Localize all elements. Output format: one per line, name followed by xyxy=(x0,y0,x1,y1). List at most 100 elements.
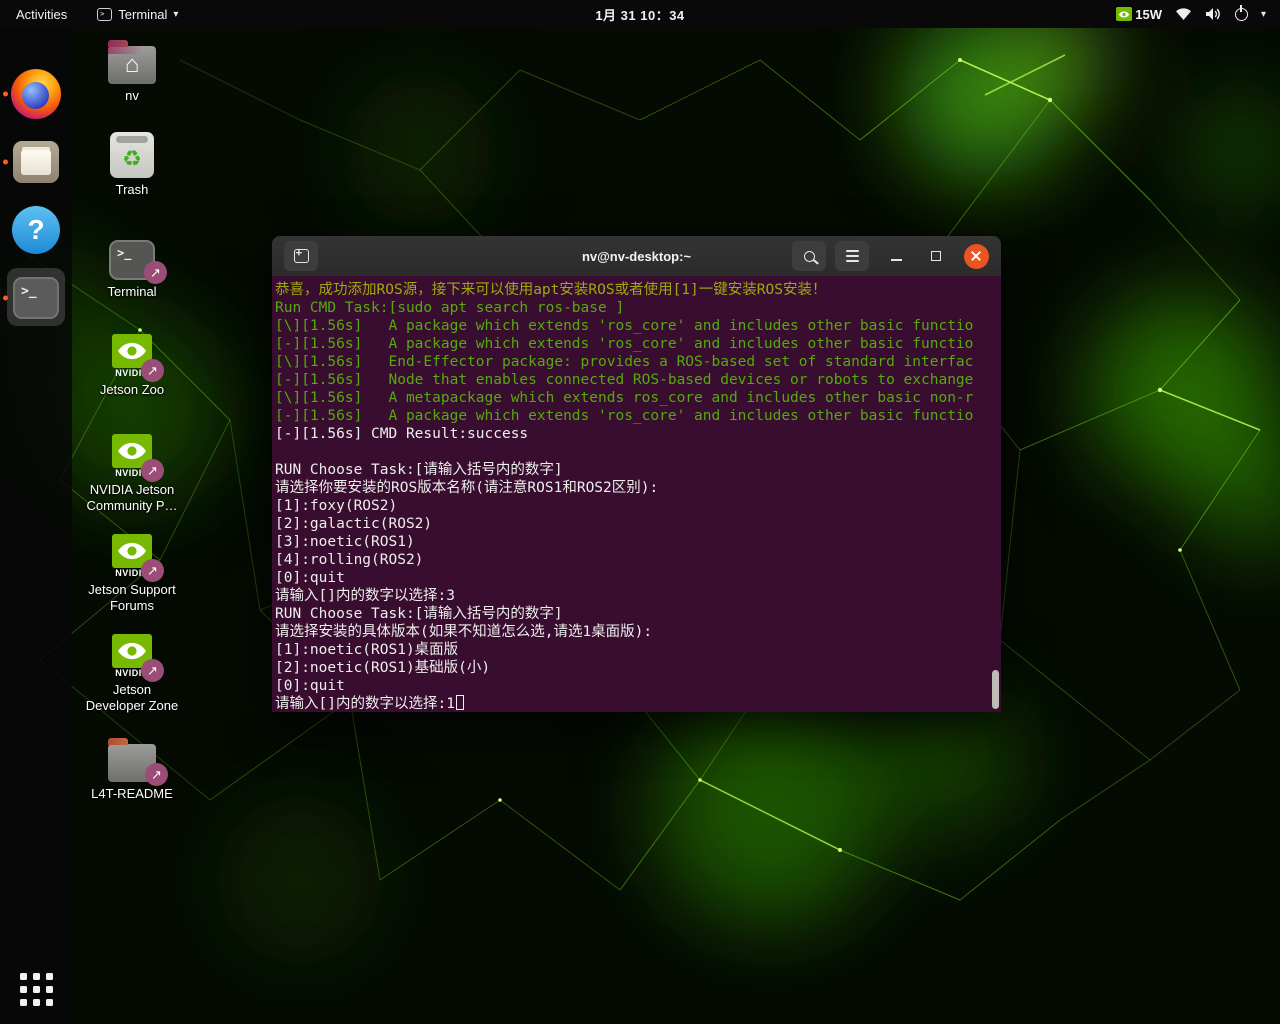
terminal-line: 请输入[]内的数字以选择:3 xyxy=(275,587,998,605)
volume-icon xyxy=(1205,7,1222,21)
icon-label: nv xyxy=(125,88,139,104)
link-arrow-icon: ↗ xyxy=(151,767,162,783)
link-arrow-icon: ↗ xyxy=(147,563,158,579)
link-arrow-icon: ↗ xyxy=(147,463,158,479)
minimize-button[interactable] xyxy=(883,243,909,269)
terminal-window: nv@nv-desktop:~ 恭喜，成功添加ROS源，接下来可以使用apt安装… xyxy=(272,236,1001,712)
terminal-line: [-][1.56s] CMD Result:success xyxy=(275,425,998,443)
terminal-line: RUN Choose Task:[请输入括号内的数字] xyxy=(275,461,998,479)
window-menu-button[interactable] xyxy=(835,241,869,271)
terminal-line: 恭喜，成功添加ROS源，接下来可以使用apt安装ROS或者使用[1]一键安装RO… xyxy=(275,281,998,299)
search-button[interactable] xyxy=(792,241,826,271)
terminal-line: 请选择安装的具体版本(如果不知道怎么选,请选1桌面版): xyxy=(275,623,998,641)
power-icon xyxy=(1235,8,1248,21)
recycle-icon: ♻ xyxy=(122,146,142,172)
files-icon xyxy=(13,141,59,183)
link-arrow-icon: ↗ xyxy=(147,363,158,379)
terminal-line: [4]:rolling(ROS2) xyxy=(275,551,998,569)
maximize-icon xyxy=(931,251,941,261)
icon-label: Trash xyxy=(116,182,149,198)
desktop-icon-nvidia-jetson-community[interactable]: NVIDIA ↗ NVIDIA Jetson Community P… xyxy=(76,428,188,514)
icon-label: Jetson Support xyxy=(88,582,175,598)
running-indicator xyxy=(3,160,8,165)
terminal-line: RUN Choose Task:[请输入括号内的数字] xyxy=(275,605,998,623)
window-titlebar[interactable]: nv@nv-desktop:~ xyxy=(272,236,1001,276)
link-arrow-icon: ↗ xyxy=(147,663,158,679)
prompt-text: 请输入[]内的数字以选择:1 xyxy=(275,696,455,712)
desktop: Activities > Terminal ▾ 1月 31 10：34 15W xyxy=(0,0,1280,1024)
shortcut-arrow-badge: ↗ xyxy=(141,359,164,382)
clock[interactable]: 1月 31 10：34 xyxy=(0,5,1280,24)
wifi-icon xyxy=(1175,7,1192,21)
shortcut-arrow-badge: ↗ xyxy=(141,559,164,582)
desktop-icon-terminal[interactable]: >_ ↗ Terminal xyxy=(76,230,188,300)
terminal-line: [-][1.56s] A package which extends 'ros_… xyxy=(275,335,998,353)
terminal-line: [3]:noetic(ROS1) xyxy=(275,533,998,551)
desktop-icon-l4t-readme[interactable]: ↗ L4T-README xyxy=(76,732,188,802)
desktop-icon-jetson-zoo[interactable]: NVIDIA ↗ Jetson Zoo xyxy=(76,328,188,398)
desktop-icon-jetson-developer-zone[interactable]: NVIDIA ↗ Jetson Developer Zone xyxy=(76,628,188,714)
icon-label: Jetson xyxy=(86,682,179,698)
minimize-icon xyxy=(891,259,902,261)
desktop-icon-trash[interactable]: ♻ Trash xyxy=(76,128,188,198)
close-button[interactable] xyxy=(963,243,989,269)
link-arrow-icon: ↗ xyxy=(150,265,161,281)
power-draw-label: 15W xyxy=(1135,7,1162,22)
icon-label: Jetson Zoo xyxy=(100,382,164,398)
terminal-line: [-][1.56s] A package which extends 'ros_… xyxy=(275,407,998,425)
terminal-line: [1]:noetic(ROS1)桌面版 xyxy=(275,641,998,659)
shortcut-arrow-badge: ↗ xyxy=(141,659,164,682)
dock-item-files[interactable] xyxy=(0,132,72,192)
gpu-power-indicator: 15W xyxy=(1116,7,1162,22)
new-tab-button[interactable] xyxy=(284,241,318,271)
dock-item-terminal[interactable]: >_ xyxy=(0,268,72,328)
terminal-line: [\][1.56s] A package which extends 'ros_… xyxy=(275,317,998,335)
shortcut-arrow-badge: ↗ xyxy=(145,763,168,786)
terminal-line: Run CMD Task:[sudo apt search ros-base ] xyxy=(275,299,998,317)
terminal-line: [2]:galactic(ROS2) xyxy=(275,515,998,533)
show-applications-button[interactable] xyxy=(0,962,72,1016)
terminal-line: 请选择你要安装的ROS版本名称(请注意ROS1和ROS2区别): xyxy=(275,479,998,497)
home-folder-icon: ⌂ xyxy=(108,46,156,84)
text-cursor xyxy=(456,695,464,710)
scrollbar-thumb[interactable] xyxy=(992,670,999,709)
maximize-button[interactable] xyxy=(923,243,949,269)
shortcut-arrow-badge: ↗ xyxy=(144,261,167,284)
terminal-line: [0]:quit xyxy=(275,569,998,587)
terminal-line: 请输入[]内的数字以选择:1 xyxy=(275,695,998,712)
desktop-icon-jetson-support-forums[interactable]: NVIDIA ↗ Jetson Support Forums xyxy=(76,528,188,614)
shortcut-arrow-badge: ↗ xyxy=(141,459,164,482)
top-bar: Activities > Terminal ▾ 1月 31 10：34 15W xyxy=(0,0,1280,28)
new-tab-icon xyxy=(294,249,309,263)
icon-label: Community P… xyxy=(86,498,177,514)
hamburger-icon xyxy=(846,250,859,262)
terminal-line: [-][1.56s] Node that enables connected R… xyxy=(275,371,998,389)
running-indicator xyxy=(3,92,8,97)
search-icon xyxy=(804,251,815,262)
app-grid-icon xyxy=(20,973,53,1006)
dock: ? >_ xyxy=(0,28,72,1024)
terminal-screen[interactable]: 恭喜，成功添加ROS源，接下来可以使用apt安装ROS或者使用[1]一键安装RO… xyxy=(272,276,1001,712)
nvidia-logo-icon xyxy=(1116,7,1132,21)
icon-label: NVIDIA Jetson xyxy=(86,482,177,498)
icon-label: Forums xyxy=(88,598,175,614)
dock-item-firefox[interactable] xyxy=(0,64,72,124)
terminal-line xyxy=(275,443,998,461)
desktop-icon-nv[interactable]: ⌂ nv xyxy=(76,34,188,104)
firefox-icon xyxy=(11,69,61,119)
running-indicator xyxy=(3,296,8,301)
terminal-line: [2]:noetic(ROS1)基础版(小) xyxy=(275,659,998,677)
terminal-line: [0]:quit xyxy=(275,677,998,695)
trash-icon: ♻ xyxy=(110,132,154,178)
tray-chevron-down-icon: ▾ xyxy=(1261,9,1266,20)
system-tray[interactable]: 15W ▾ xyxy=(1116,7,1280,22)
terminal-line: [1]:foxy(ROS2) xyxy=(275,497,998,515)
terminal-line: [\][1.56s] End-Effector package: provide… xyxy=(275,353,998,371)
house-icon: ⌂ xyxy=(108,46,156,84)
close-icon xyxy=(964,244,989,269)
icon-label: Terminal xyxy=(107,284,156,300)
dock-item-help[interactable]: ? xyxy=(0,200,72,260)
terminal-line: [\][1.56s] A metapackage which extends r… xyxy=(275,389,998,407)
icon-label: L4T-README xyxy=(91,786,173,802)
icon-label: Developer Zone xyxy=(86,698,179,714)
